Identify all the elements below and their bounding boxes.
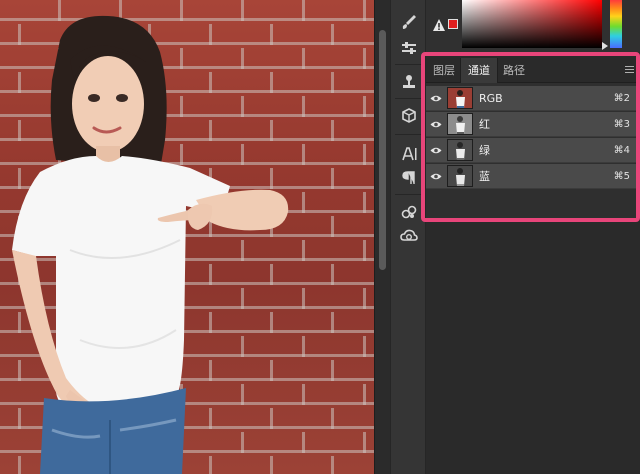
libraries-icon[interactable] [397, 200, 421, 224]
color-panel [426, 0, 640, 52]
gamut-warning-icon[interactable] [432, 18, 446, 32]
scrollbar-thumb[interactable] [379, 30, 386, 270]
girl-photo [12, 15, 289, 474]
canvas-scrollbar[interactable] [374, 0, 390, 474]
hue-slider[interactable] [610, 0, 622, 48]
creative-cloud-icon[interactable] [397, 224, 421, 248]
adjustments-icon[interactable] [397, 36, 421, 60]
foreground-color-swatch[interactable] [448, 19, 458, 29]
hue-slider-caret[interactable] [602, 42, 608, 50]
clone-source-icon[interactable] [397, 70, 421, 94]
3d-icon[interactable] [397, 104, 421, 128]
highlight-frame [421, 52, 640, 222]
paragraph-icon[interactable] [397, 166, 421, 190]
color-picker-field[interactable] [462, 0, 602, 48]
brush-settings-icon[interactable] [397, 10, 421, 34]
document-canvas[interactable] [0, 0, 374, 474]
character-icon[interactable] [397, 142, 421, 166]
